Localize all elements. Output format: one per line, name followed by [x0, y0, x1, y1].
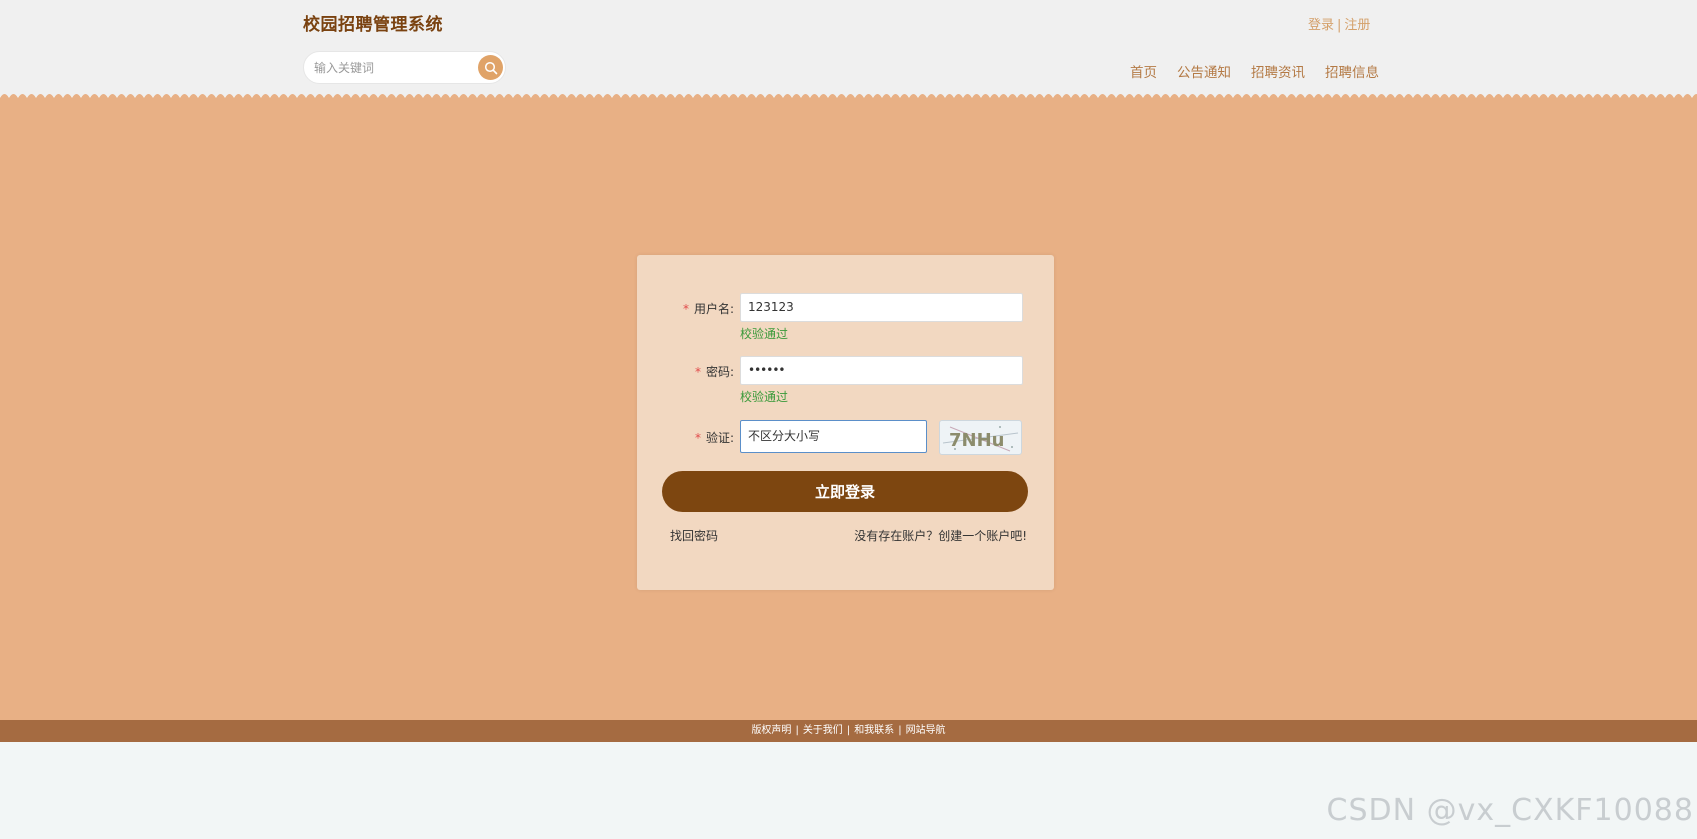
footer-separator: | [795, 725, 799, 736]
username-valid-msg: 校验通过 [740, 327, 789, 341]
auth-separator: | [1337, 18, 1342, 33]
footer-link-copyright[interactable]: 版权声明 [751, 725, 791, 736]
nav-item-home[interactable]: 首页 [1130, 61, 1157, 81]
required-mark: * [694, 365, 701, 379]
captcha-image[interactable]: 7NHu [939, 420, 1022, 455]
footer-separator: | [846, 725, 851, 736]
footer-separator: | [898, 725, 902, 736]
search-button[interactable] [478, 55, 503, 80]
footer-link-contact[interactable]: 和我联系 [854, 725, 894, 736]
search-box [303, 51, 506, 84]
main-nav: 首页 公告通知 招聘资讯 招聘信息 [1130, 61, 1379, 81]
username-input[interactable]: 123123 [740, 293, 1023, 322]
password-label: * 密码: [694, 365, 734, 379]
captcha-label: * 验证: [694, 431, 734, 445]
password-valid-msg: 校验通过 [740, 390, 789, 404]
username-label: * 用户名: [682, 302, 734, 316]
create-account-link[interactable]: 没有存在账户？创建一个账户吧! [854, 527, 1027, 544]
auth-links: 登录 | 注册 [1308, 14, 1370, 33]
login-card: * 用户名: 123123 校验通过 * 密码: •••••• 校验通过 * 验证: … [637, 255, 1054, 590]
watermark: CSDN @vx_CXKF10088 [1326, 793, 1694, 828]
footer-link-sitemap[interactable]: 网站导航 [906, 725, 946, 736]
nav-item-jobs[interactable]: 招聘信息 [1325, 61, 1379, 81]
required-mark: * [694, 431, 701, 445]
search-input[interactable] [312, 58, 472, 78]
footer-link-about[interactable]: 关于我们 [803, 725, 843, 736]
nav-item-news[interactable]: 招聘资讯 [1251, 61, 1305, 81]
required-mark: * [682, 302, 689, 316]
captcha-input[interactable]: 不区分大小写 [740, 420, 927, 453]
captcha-text: 7NHu [949, 430, 1004, 451]
footer-bar: 版权声明 | 关于我们 | 和我联系 | 网站导航 [0, 720, 1697, 742]
login-link[interactable]: 登录 [1308, 18, 1334, 33]
login-button[interactable]: 立即登录 [662, 471, 1028, 512]
top-header: 校园招聘管理系统 登录|注册 首页 公告通知 招聘资讯 招聘信息 [0, 0, 1697, 96]
search-icon [484, 61, 497, 74]
forgot-password-link[interactable]: 找回密码 [670, 527, 718, 544]
register-link[interactable]: 注册 [1344, 18, 1370, 33]
nav-item-notices[interactable]: 公告通知 [1177, 61, 1231, 81]
password-input[interactable]: •••••• [740, 356, 1023, 385]
site-title: 校园招聘管理系统 [303, 15, 443, 35]
